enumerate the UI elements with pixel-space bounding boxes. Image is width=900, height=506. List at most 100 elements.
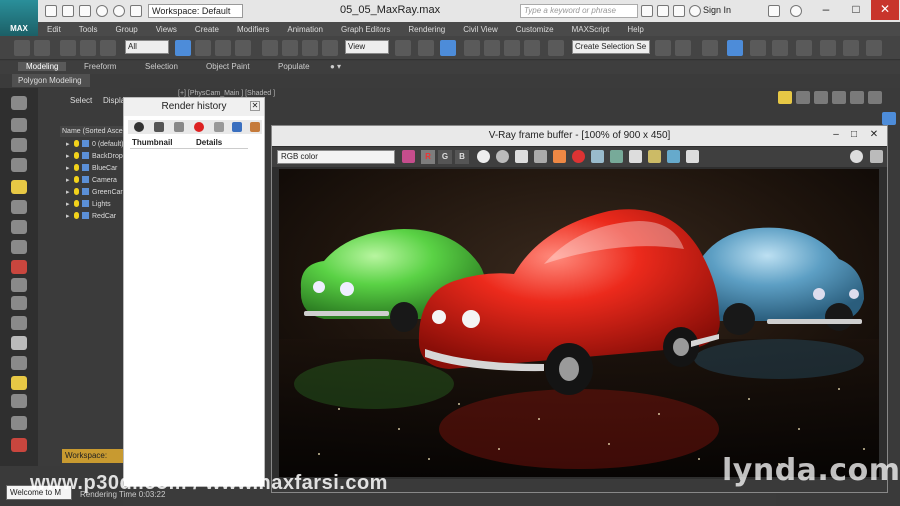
tree-item-backdrop[interactable]: ▸ BackDrop bbox=[66, 151, 123, 162]
display-none-icon[interactable] bbox=[11, 394, 27, 408]
display-grid-icon[interactable] bbox=[11, 158, 27, 172]
app-logo[interactable]: MAX bbox=[0, 0, 38, 36]
explorer-column-header[interactable]: Name (Sorted Ascending) bbox=[60, 126, 130, 137]
show-corrections-icon[interactable] bbox=[667, 150, 680, 163]
motion-panel-icon[interactable] bbox=[832, 91, 846, 104]
stop-render-icon[interactable] bbox=[572, 150, 585, 163]
exchange-icon[interactable] bbox=[768, 5, 780, 17]
lightbulb-icon[interactable] bbox=[74, 200, 79, 207]
undo-icon[interactable] bbox=[96, 5, 108, 17]
menu-edit[interactable]: Edit bbox=[38, 25, 70, 34]
favorites-star-icon[interactable] bbox=[673, 5, 685, 17]
green-channel-button[interactable]: G bbox=[438, 150, 452, 164]
viewport-label[interactable]: [+] [PhysCam_Main ] [Shaded ] bbox=[178, 90, 275, 97]
tab-polygon-modeling[interactable]: Polygon Modeling bbox=[12, 74, 90, 87]
scale-icon[interactable] bbox=[302, 40, 318, 56]
hierarchy-panel-icon[interactable] bbox=[814, 91, 828, 104]
render-production-icon[interactable] bbox=[866, 40, 882, 56]
sync-selection-icon[interactable] bbox=[11, 438, 27, 452]
save-image-icon[interactable] bbox=[515, 150, 528, 163]
utilities-panel-icon[interactable] bbox=[868, 91, 882, 104]
lightbulb-icon[interactable] bbox=[74, 152, 79, 159]
pixel-info-icon[interactable] bbox=[686, 150, 699, 163]
selection-filter-dropdown[interactable]: All bbox=[125, 40, 169, 54]
select-object-icon[interactable] bbox=[175, 40, 191, 56]
thumbnail-column-header[interactable]: Thumbnail bbox=[132, 138, 172, 147]
teapot-icon[interactable] bbox=[11, 96, 27, 110]
display-geometry-icon[interactable] bbox=[11, 118, 27, 132]
redo-arrow-icon[interactable] bbox=[34, 40, 50, 56]
vfb-minimize-button[interactable]: – bbox=[826, 126, 846, 144]
menu-help[interactable]: Help bbox=[618, 25, 652, 34]
material-editor-icon[interactable] bbox=[796, 40, 812, 56]
help-search-input[interactable]: Type a keyword or phrase bbox=[520, 4, 638, 18]
tab-selection[interactable]: Selection bbox=[145, 62, 178, 71]
percent-snap-icon[interactable] bbox=[504, 40, 520, 56]
rotate-icon[interactable] bbox=[282, 40, 298, 56]
ribbon-options-icon[interactable]: ● ▾ bbox=[330, 62, 341, 71]
modify-panel-icon[interactable] bbox=[796, 91, 810, 104]
placement-icon[interactable] bbox=[322, 40, 338, 56]
blue-channel-button[interactable]: B bbox=[455, 150, 469, 164]
open-file-icon[interactable] bbox=[62, 5, 74, 17]
tree-item-lights[interactable]: ▸ Lights bbox=[66, 199, 111, 210]
keyboard-shortcut-override-icon[interactable] bbox=[440, 40, 456, 56]
lightbulb-icon[interactable] bbox=[74, 188, 79, 195]
bind-space-warp-icon[interactable] bbox=[100, 40, 116, 56]
tab-populate[interactable]: Populate bbox=[278, 62, 310, 71]
mono-channel-icon[interactable] bbox=[496, 150, 509, 163]
rendered-image[interactable] bbox=[279, 169, 879, 477]
tab-freeform[interactable]: Freeform bbox=[84, 62, 116, 71]
track-mouse-icon[interactable] bbox=[610, 150, 623, 163]
named-selection-set-dropdown[interactable]: Create Selection Se bbox=[572, 40, 650, 54]
clear-image-icon[interactable] bbox=[553, 150, 566, 163]
snaps-toggle-icon[interactable] bbox=[464, 40, 480, 56]
menu-create[interactable]: Create bbox=[186, 25, 228, 34]
maximize-button[interactable]: □ bbox=[842, 0, 870, 20]
toggle-ribbon-icon[interactable] bbox=[727, 40, 743, 56]
invert-display-icon[interactable] bbox=[11, 416, 27, 430]
menu-group[interactable]: Group bbox=[106, 25, 146, 34]
rendered-frame-window-icon[interactable] bbox=[843, 40, 859, 56]
tab-object-paint[interactable]: Object Paint bbox=[206, 62, 250, 71]
subscription-icon[interactable] bbox=[657, 5, 669, 17]
remove-icon[interactable] bbox=[194, 122, 204, 132]
display-panel-icon[interactable] bbox=[850, 91, 864, 104]
workspace-status[interactable]: Workspace: Default bbox=[62, 449, 128, 474]
tree-item-bluecar[interactable]: ▸ BlueCar bbox=[66, 163, 117, 174]
rectangular-selection-icon[interactable] bbox=[215, 40, 231, 56]
save-file-icon[interactable] bbox=[79, 5, 91, 17]
teapot-render-icon[interactable] bbox=[870, 150, 883, 163]
layer-explorer-icon[interactable] bbox=[702, 40, 718, 56]
display-shapes-icon[interactable] bbox=[11, 138, 27, 152]
menu-rendering[interactable]: Rendering bbox=[399, 25, 454, 34]
menu-views[interactable]: Views bbox=[147, 25, 186, 34]
power-icon[interactable] bbox=[134, 122, 144, 132]
schematic-view-icon[interactable] bbox=[772, 40, 788, 56]
explorer-select-menu[interactable]: Select bbox=[70, 96, 92, 105]
spinner-snap-icon[interactable] bbox=[524, 40, 540, 56]
lightbulb-icon[interactable] bbox=[74, 140, 79, 147]
unlink-icon[interactable] bbox=[80, 40, 96, 56]
curve-editor-icon[interactable] bbox=[750, 40, 766, 56]
render-history-close-icon[interactable]: ✕ bbox=[250, 101, 260, 111]
move-icon[interactable] bbox=[262, 40, 278, 56]
red-channel-button[interactable]: R bbox=[421, 150, 435, 164]
display-groups-icon[interactable] bbox=[11, 316, 27, 330]
display-hidden-icon[interactable] bbox=[11, 356, 27, 370]
menu-animation[interactable]: Animation bbox=[278, 25, 332, 34]
settings-icon[interactable] bbox=[250, 122, 260, 132]
select-manipulate-icon[interactable] bbox=[418, 40, 434, 56]
display-bones-icon[interactable] bbox=[11, 260, 27, 274]
project-folder-icon[interactable] bbox=[130, 5, 142, 17]
channel-select[interactable]: RGB color bbox=[277, 150, 395, 164]
geometry-icon[interactable] bbox=[882, 112, 896, 125]
lightbulb-icon[interactable] bbox=[74, 176, 79, 183]
tree-item-greencar[interactable]: ▸ GreenCar bbox=[66, 187, 123, 198]
display-containers-icon[interactable] bbox=[11, 278, 27, 292]
tab-modeling[interactable]: Modeling bbox=[18, 62, 67, 71]
select-and-link-icon[interactable] bbox=[60, 40, 76, 56]
search-icon[interactable] bbox=[641, 5, 653, 17]
color-correction-icon[interactable] bbox=[402, 150, 415, 163]
create-panel-icon[interactable] bbox=[778, 91, 792, 104]
